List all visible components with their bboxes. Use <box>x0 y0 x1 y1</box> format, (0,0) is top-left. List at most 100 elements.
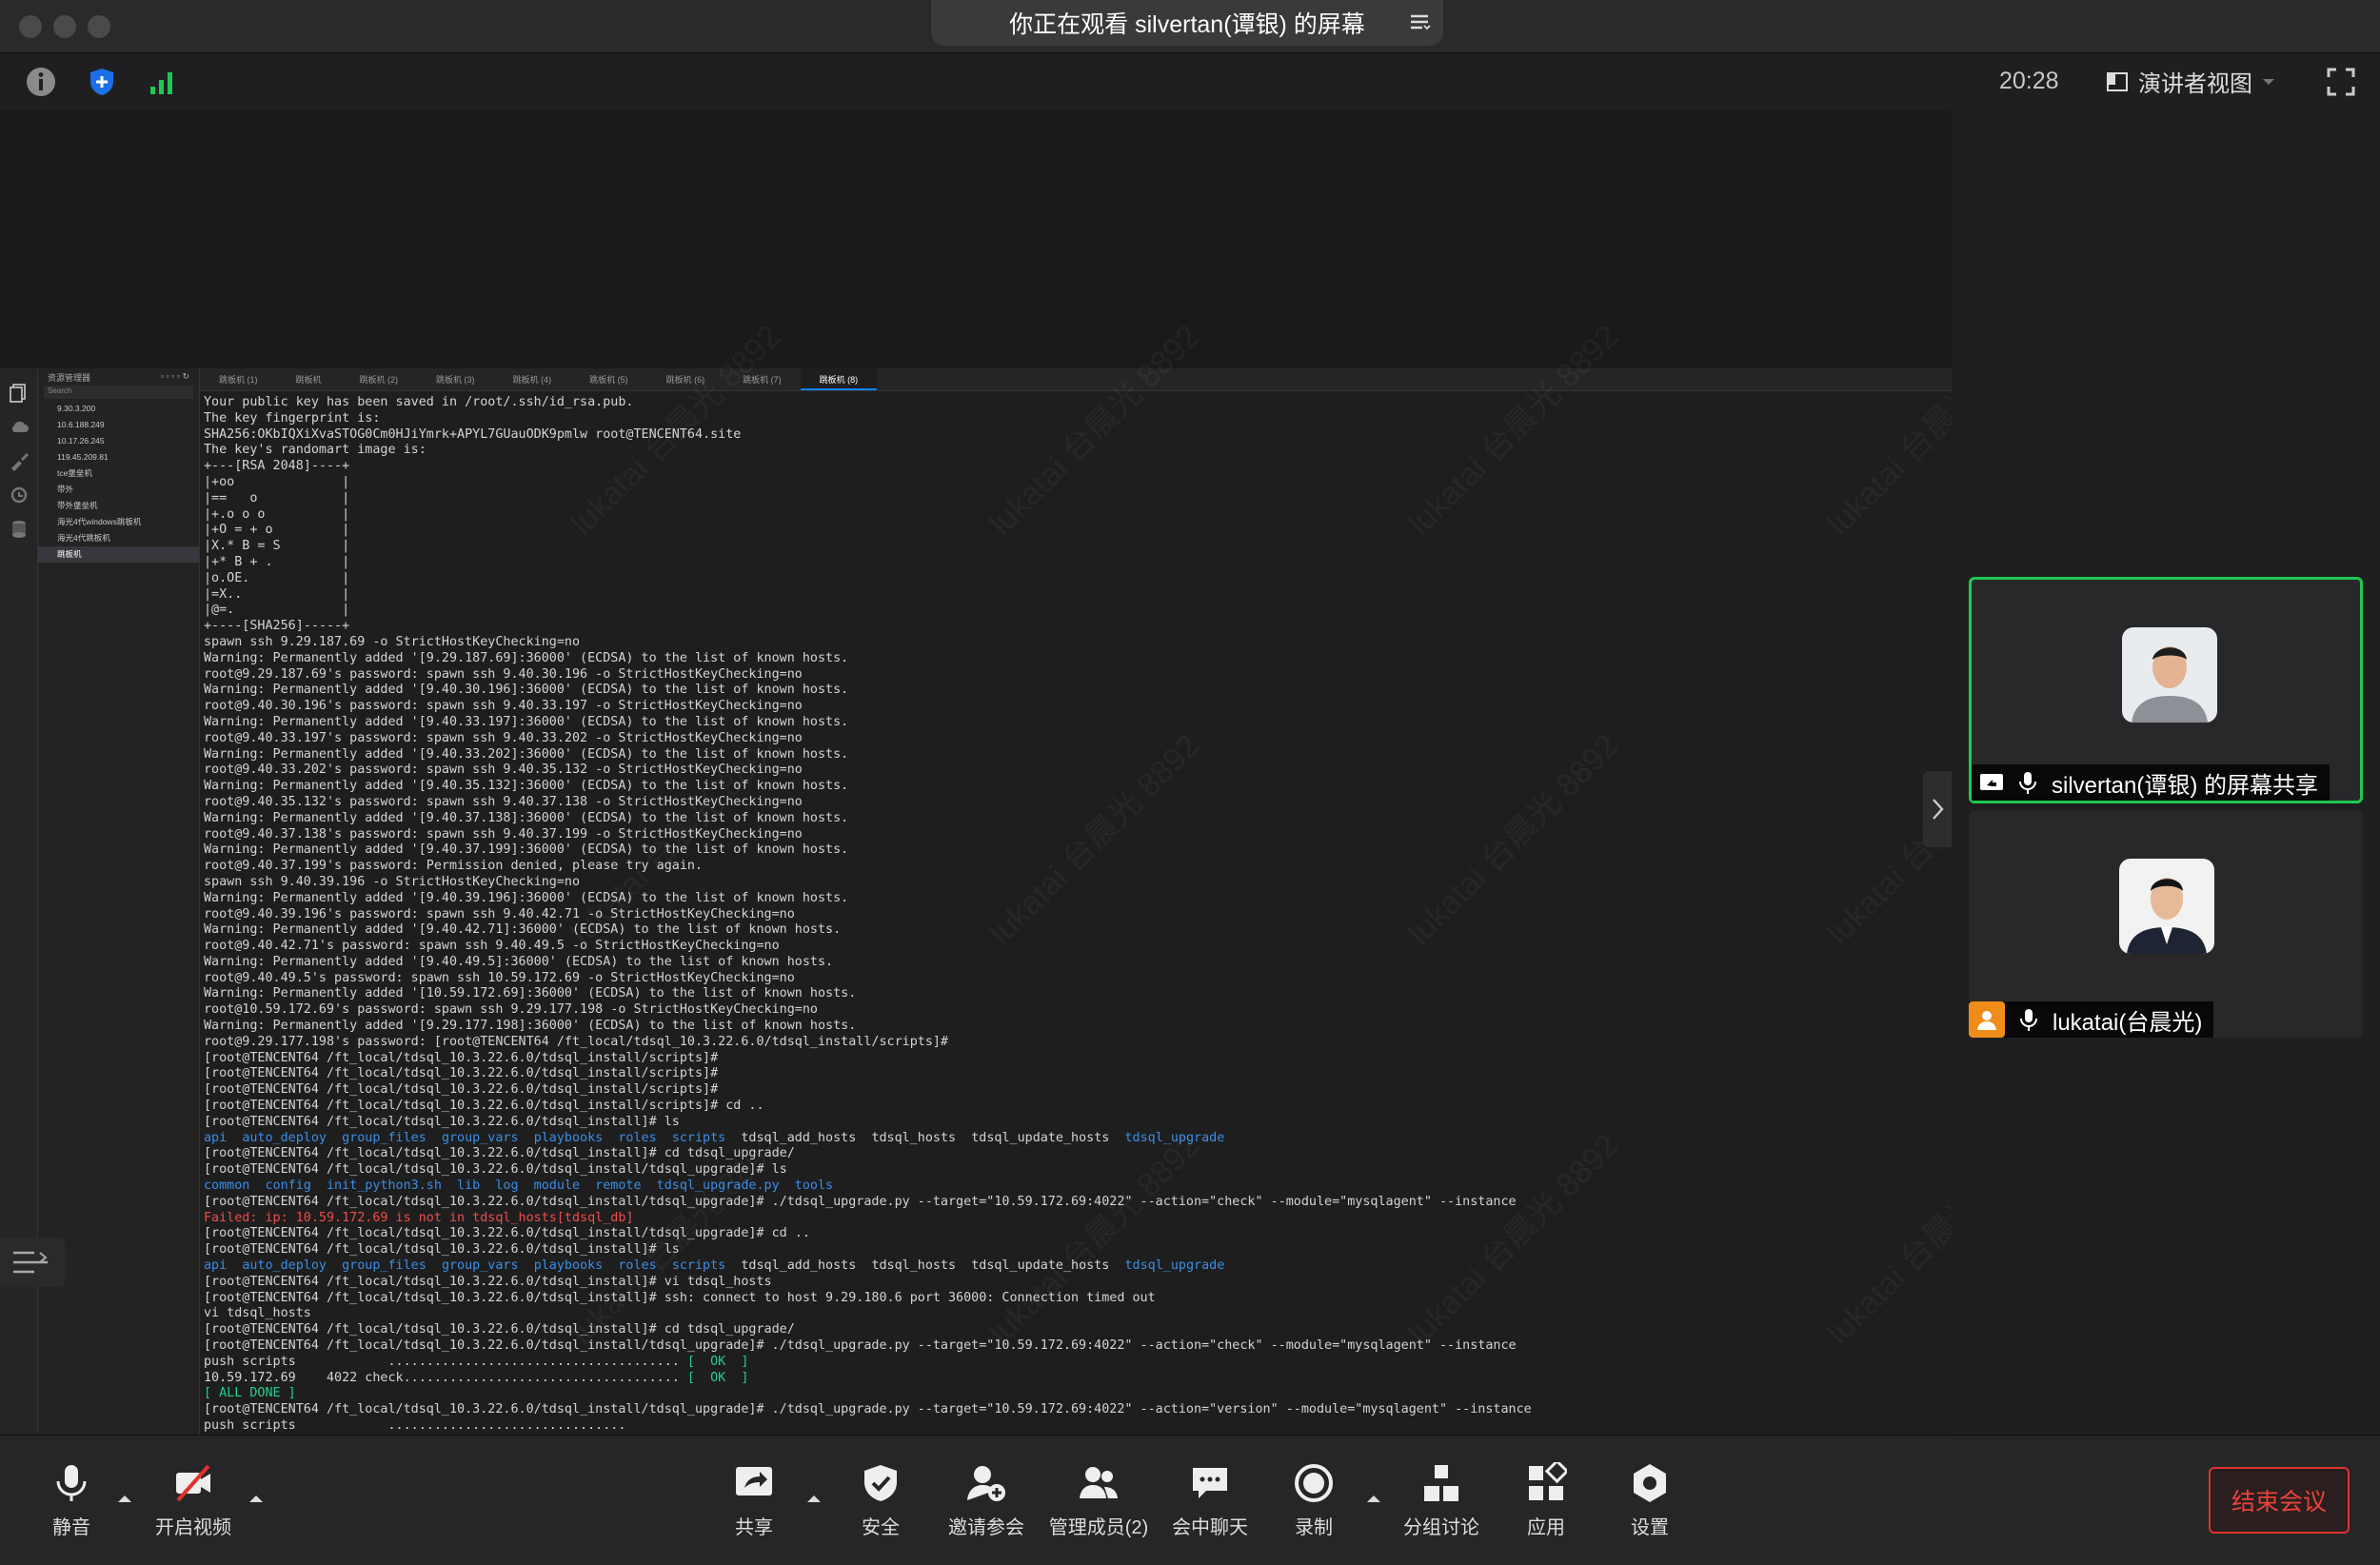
terminal-tab[interactable]: 跳板机 <box>277 368 341 390</box>
files-icon[interactable] <box>9 382 30 403</box>
terminal-tab[interactable]: 跳板机 (4) <box>494 368 571 390</box>
terminal-line: [root@TENCENT64 /ft_local/tdsql_10.3.22.… <box>204 1194 1517 1209</box>
chat-button[interactable]: 会中聊天 <box>1158 1462 1262 1539</box>
terminal-tab[interactable]: 跳板机 (6) <box>647 368 724 390</box>
host-item[interactable]: 119.45.209.81 <box>38 449 199 466</box>
terminal-line: 10.59.172.69 4022 check.................… <box>204 1370 749 1385</box>
view-mode-label: 演讲者视图 <box>2138 71 2252 97</box>
chevron-down-icon <box>2263 78 2274 85</box>
host-item[interactable]: 海光4代跳板机 <box>38 530 199 546</box>
apps-button[interactable]: 应用 <box>1494 1462 1598 1539</box>
participant-tile[interactable]: lukatai(台晨光) <box>1969 811 2363 1038</box>
share-notice-text: 你正在观看 silvertan(谭银) 的屏幕 <box>1009 11 1365 38</box>
security-label: 安全 <box>862 1517 900 1538</box>
settings-button[interactable]: 设置 <box>1597 1462 1702 1539</box>
terminal-line: root@9.29.187.69's password: spawn ssh 9… <box>204 666 803 682</box>
terminal-line: |== o | <box>204 490 350 505</box>
terminal-line: root@9.40.37.199's password: Permission … <box>204 859 704 874</box>
host-item[interactable]: 9.30.3.200 <box>38 401 199 417</box>
close-window-button[interactable] <box>19 15 42 38</box>
sync-icon[interactable] <box>9 485 30 505</box>
video-label: 开启视频 <box>155 1517 231 1538</box>
terminal-line: Warning: Permanently added '[9.40.33.197… <box>204 714 849 729</box>
explorer-actions[interactable]: ▫ ▫ ▫ ▫ ↻ <box>161 371 189 381</box>
cloud-icon[interactable] <box>9 416 30 437</box>
mute-label: 静音 <box>52 1517 90 1538</box>
terminal-line: +----[SHA256]-----+ <box>204 619 350 634</box>
shared-screen: 资源管理器 ▫ ▫ ▫ ▫ ↻ Search 9.30.3.200 10.6.188… <box>0 109 2045 1471</box>
host-item[interactable]: 10.17.26.245 <box>38 433 199 449</box>
explorer-search-input[interactable]: Search <box>44 386 193 399</box>
terminal-tab[interactable]: 跳板机 (5) <box>570 368 647 390</box>
signal-icon[interactable] <box>147 66 179 98</box>
minimize-window-button[interactable] <box>53 15 76 38</box>
chevron-up-icon[interactable] <box>805 1493 823 1504</box>
meeting-window: 你正在观看 silvertan(谭银) 的屏幕 20:28 演讲者视图 资源管理… <box>0 0 2380 1565</box>
terminal-output[interactable]: Your public key has been saved in /root/… <box>204 395 1936 1442</box>
terminal-line: root@10.59.172.69's password: spawn ssh … <box>204 1002 818 1018</box>
terminal-tab[interactable]: 跳板机 (2) <box>341 368 418 390</box>
terminal-line: spawn ssh 9.40.39.196 -o StrictHostKeyCh… <box>204 874 581 889</box>
host-item[interactable]: 跳板机 <box>38 546 199 563</box>
participant-tile[interactable]: silvertan(谭银) 的屏幕共享 <box>1969 577 2363 803</box>
host-item[interactable]: 10.6.188.249 <box>38 417 199 433</box>
host-item[interactable]: 带外堡垒机 <box>38 498 199 514</box>
breakout-button[interactable]: 分组讨论 <box>1389 1462 1494 1539</box>
activity-bar <box>0 368 38 1471</box>
terminal-app: 资源管理器 ▫ ▫ ▫ ▫ ↻ Search 9.30.3.200 10.6.188… <box>0 368 1952 1471</box>
terminal-tab[interactable]: 跳板机 (8) <box>800 368 878 390</box>
mute-button[interactable]: 静音 <box>19 1462 124 1539</box>
collapse-panel-button[interactable] <box>1923 771 1952 847</box>
chevron-right-icon <box>1933 799 1944 820</box>
record-button[interactable]: 录制 <box>1261 1462 1366 1539</box>
terminal-line: |+oo | <box>204 474 350 489</box>
participant-name-bar: lukatai(台晨光) <box>1969 1001 2214 1038</box>
database-icon[interactable] <box>9 519 30 540</box>
settings-label: 设置 <box>1631 1517 1669 1538</box>
terminal-tab[interactable]: 跳板机 (3) <box>417 368 494 390</box>
manage-members-button[interactable]: 管理成员(2) <box>1044 1462 1153 1539</box>
terminal-line: The key fingerprint is: <box>204 410 381 426</box>
fullscreen-icon[interactable] <box>2326 67 2356 97</box>
chevron-up-icon[interactable] <box>1365 1493 1382 1504</box>
terminal-line: Warning: Permanently added '[9.29.187.69… <box>204 650 849 665</box>
terminal-line: Warning: Permanently added '[9.40.49.5]:… <box>204 954 834 969</box>
terminal-line: +---[RSA 2048]----+ <box>204 459 350 474</box>
view-mode-button[interactable]: 演讲者视图 <box>2106 65 2275 98</box>
start-video-button[interactable]: 开启视频 <box>141 1462 246 1539</box>
share-button[interactable]: 共享 <box>702 1462 806 1539</box>
members-label: 管理成员(2) <box>1048 1517 1149 1538</box>
chat-label: 会中聊天 <box>1172 1517 1248 1538</box>
terminal-tab[interactable]: 跳板机 (7) <box>724 368 801 390</box>
meeting-toolbar: 静音 开启视频 共享 安全 邀请参会 管理成员(2) 会中聊天 录制 分组讨论 … <box>0 1435 2380 1565</box>
host-item[interactable]: tce堡垒机 <box>38 466 199 482</box>
info-icon[interactable] <box>25 66 57 98</box>
brush-icon[interactable] <box>9 450 30 471</box>
security-button[interactable]: 安全 <box>828 1462 933 1539</box>
menu-icon[interactable] <box>1407 10 1432 34</box>
invite-button[interactable]: 邀请参会 <box>934 1462 1039 1539</box>
list-collapse-icon <box>13 1251 48 1274</box>
maximize-window-button[interactable] <box>88 15 110 38</box>
add-user-icon <box>967 1466 1005 1501</box>
host-item[interactable]: 带外 <box>38 482 199 498</box>
host-item[interactable]: 海光4代windows跳板机 <box>38 514 199 530</box>
apps-label: 应用 <box>1527 1517 1565 1538</box>
share-label: 共享 <box>735 1517 773 1538</box>
terminal-line: [root@TENCENT64 /ft_local/tdsql_10.3.22.… <box>204 1274 772 1289</box>
shield-icon[interactable] <box>86 66 118 98</box>
explorer-title: 资源管理器 <box>48 373 91 383</box>
end-meeting-button[interactable]: 结束会议 <box>2209 1467 2350 1534</box>
layout-icon <box>2107 71 2128 91</box>
terminal-line: Warning: Permanently added '[9.40.37.138… <box>204 810 849 825</box>
terminal-line: |o.OE. | <box>204 570 350 585</box>
terminal-line: [root@TENCENT64 /ft_local/tdsql_10.3.22.… <box>204 1099 764 1114</box>
toolbar-toggle-button[interactable] <box>0 1238 65 1287</box>
terminal-tab[interactable]: 跳板机 (1) <box>200 368 277 390</box>
terminal-line: |+.o o o | <box>204 506 350 522</box>
chevron-up-icon[interactable] <box>116 1493 133 1504</box>
terminal-line: [root@TENCENT64 /ft_local/tdsql_10.3.22.… <box>204 1322 795 1337</box>
terminal-line: [root@TENCENT64 /ft_local/tdsql_10.3.22.… <box>204 1290 1156 1305</box>
terminal-line: Warning: Permanently added '[9.40.37.199… <box>204 842 849 858</box>
chevron-up-icon[interactable] <box>248 1493 265 1504</box>
